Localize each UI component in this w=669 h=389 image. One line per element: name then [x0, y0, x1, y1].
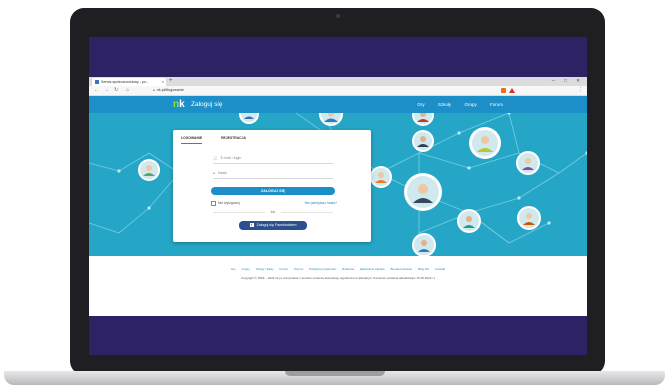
forward-icon[interactable]: →: [104, 86, 109, 95]
url-field[interactable]: 🔒︎ nk.pl/#logowanie: [153, 87, 493, 94]
facebook-button-label: Zaloguj się Facebookiem: [256, 223, 297, 227]
nav-link-schools[interactable]: Szkoły: [438, 102, 451, 107]
email-placeholder: E-mail / login: [220, 156, 242, 160]
footer-link[interactable]: Szkoły i klasy: [256, 267, 274, 271]
laptop-notch: [284, 371, 385, 376]
url-text: nk.pl/#logowanie: [156, 88, 184, 92]
nav-link-groups[interactable]: Grupy: [464, 102, 476, 107]
avatar: [457, 209, 481, 233]
avatar: [138, 159, 160, 181]
login-tabs: LOGOWANIE REJESTRACJA: [181, 136, 264, 144]
laptop-screen: Serwis społecznościowy - po... × + ─ □ ✕…: [89, 37, 587, 355]
warning-icon[interactable]: [509, 88, 515, 93]
avatar: [412, 233, 436, 256]
footer-link[interactable]: Grupy: [242, 267, 250, 271]
password-field[interactable]: 🔒︎ Hasło: [213, 169, 333, 179]
footer-links: Gry Grupy Szkoły i klasy Forum Pomoc Pol…: [89, 267, 587, 271]
avatar: [412, 130, 434, 152]
avatar: [370, 166, 392, 188]
nav-link-forum[interactable]: Forum: [490, 102, 503, 107]
footer-link[interactable]: Blog NK: [418, 267, 429, 271]
nav-link-games[interactable]: Gry: [417, 102, 424, 107]
footer-link[interactable]: Forum: [279, 267, 288, 271]
avatar: [412, 113, 434, 126]
lock-icon: 🔒︎: [153, 88, 155, 92]
email-field[interactable]: 👤︎ E-mail / login: [213, 154, 333, 164]
remember-label: Nie wylogowuj: [218, 201, 240, 205]
remember-checkbox[interactable]: [211, 200, 216, 206]
avatar: [239, 113, 259, 124]
avatar: [469, 127, 501, 159]
webcam: [335, 14, 340, 18]
facebook-login-button[interactable]: f Zaloguj się Facebookiem: [239, 221, 307, 230]
tab-login[interactable]: LOGOWANIE: [181, 136, 203, 144]
footer-link[interactable]: Gry: [231, 267, 236, 271]
footer-link[interactable]: Kontakt: [435, 267, 445, 271]
password-placeholder: Hasło: [217, 171, 228, 175]
avatar: [516, 151, 540, 175]
nk-logo[interactable]: nk: [173, 98, 185, 111]
forgot-password-link[interactable]: Nie pamiętasz hasła?: [305, 200, 337, 206]
avatar: [319, 113, 343, 126]
site-header: nk Zaloguj się Gry Szkoły Grupy Forum: [89, 96, 587, 113]
header-nav: Gry Szkoły Grupy Forum: [405, 99, 503, 110]
home-icon[interactable]: ⌂: [126, 86, 129, 95]
tab-register[interactable]: REJESTRACJA: [221, 136, 246, 143]
lock-icon: 🔒︎: [213, 171, 215, 175]
close-tab-icon[interactable]: ×: [162, 78, 164, 86]
laptop-base: [4, 371, 665, 385]
footer-link[interactable]: Reklama: [342, 267, 354, 271]
tab-title: Serwis społecznościowy - po...: [101, 80, 149, 84]
remember-me[interactable]: Nie wylogowuj: [211, 200, 240, 206]
avatar: [517, 206, 541, 230]
browser-window: Serwis społecznościowy - po... × + ─ □ ✕…: [89, 77, 587, 316]
page-title: Zaloguj się: [191, 101, 223, 108]
user-icon: 👤︎: [213, 156, 218, 160]
hero-section: LOGOWANIE REJESTRACJA 👤︎ E-mail / login 🔒…: [89, 113, 587, 256]
reload-icon[interactable]: ↻: [114, 86, 118, 95]
extension-icon[interactable]: [501, 88, 506, 93]
browser-tab-bar: Serwis społecznościowy - po... × + ─ □ ✕: [89, 77, 587, 86]
facebook-icon: f: [249, 223, 254, 228]
or-label: lub: [265, 210, 281, 215]
browser-menu-icon[interactable]: ⋮: [578, 86, 583, 95]
footer-link[interactable]: Pomoc: [294, 267, 303, 271]
footer-link[interactable]: Polityka prywatności: [309, 267, 336, 271]
login-button[interactable]: ZALOGUJ SIĘ: [211, 187, 335, 195]
window-controls[interactable]: ─ □ ✕: [552, 77, 584, 85]
login-panel: LOGOWANIE REJESTRACJA 👤︎ E-mail / login 🔒…: [173, 130, 371, 242]
address-bar: ← → ↻ ⌂ 🔒︎ nk.pl/#logowanie ⋮: [89, 86, 587, 96]
copyright-text: Copyright © 2006 – 2020 nk.pl, korzystan…: [241, 276, 435, 280]
favicon-icon: [95, 80, 99, 85]
new-tab-button[interactable]: +: [169, 77, 173, 85]
footer-link[interactable]: Zgłaszanie błędów: [360, 267, 385, 271]
site-footer: Gry Grupy Szkoły i klasy Forum Pomoc Pol…: [89, 256, 587, 316]
footer-link[interactable]: Bezpieczeństwo: [391, 267, 413, 271]
back-icon[interactable]: ←: [94, 86, 99, 95]
avatar: [404, 173, 442, 211]
browser-tab[interactable]: Serwis społecznościowy - po... ×: [92, 78, 166, 86]
